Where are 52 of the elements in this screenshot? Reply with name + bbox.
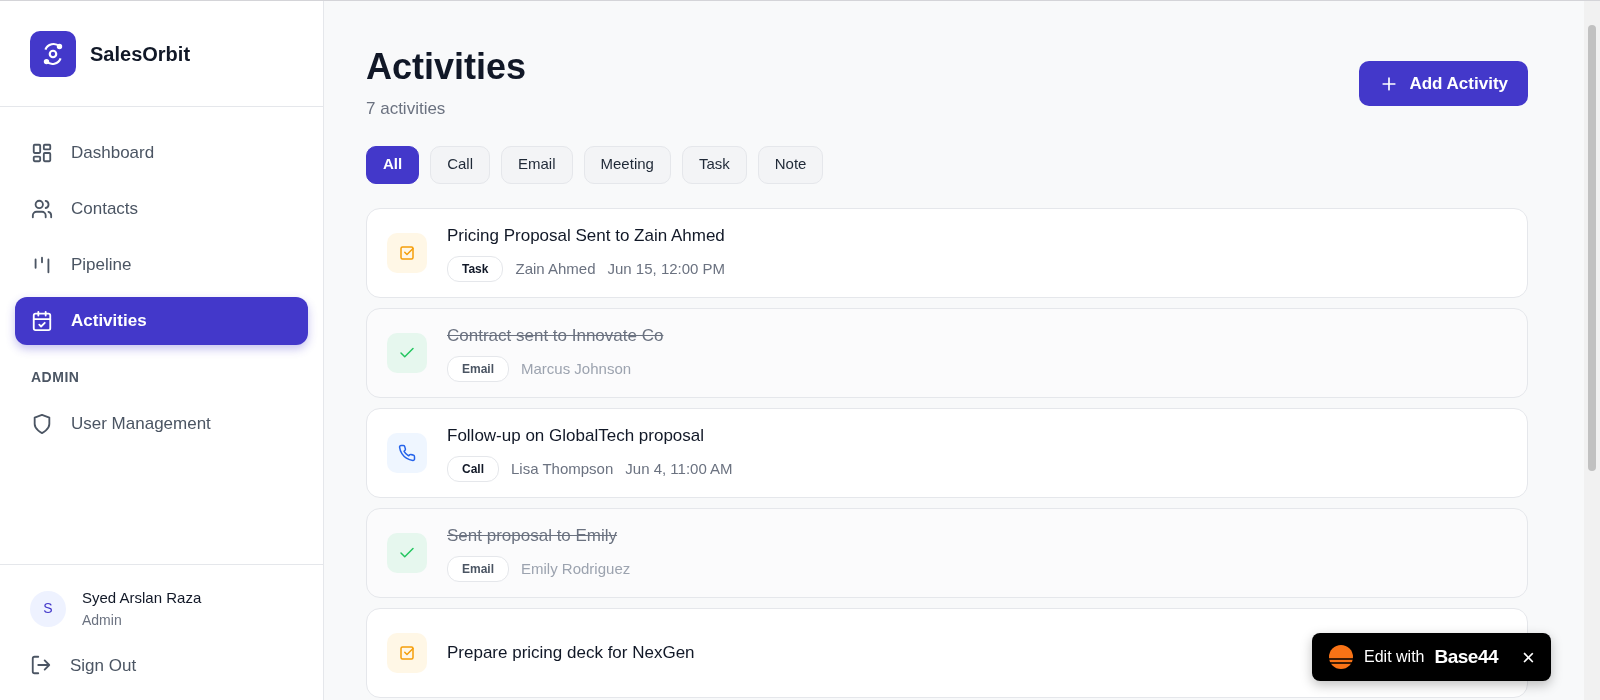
user-avatar: S xyxy=(30,590,66,627)
filter-tab[interactable]: Meeting xyxy=(583,145,671,184)
scrollbar[interactable] xyxy=(1584,1,1600,700)
nav-item[interactable]: Dashboard xyxy=(15,129,308,177)
dashboard-grid-icon xyxy=(31,142,53,164)
filter-tab[interactable]: Email xyxy=(501,145,573,184)
contact-name: Zain Ahmed xyxy=(515,259,596,280)
logo-icon xyxy=(30,30,76,77)
activity-title: Pricing Proposal Sent to Zain Ahmed xyxy=(447,224,726,247)
contact-name: Emily Rodriguez xyxy=(521,559,631,580)
contact-name: Marcus Johnson xyxy=(521,359,632,380)
sign-out-link[interactable]: Sign Out xyxy=(30,652,293,678)
phone-icon xyxy=(398,443,416,462)
nav-item[interactable]: Pipeline xyxy=(15,241,308,289)
type-tag: Email xyxy=(447,556,509,583)
type-tag: Email xyxy=(447,356,509,383)
activity-card[interactable]: Follow-up on GlobalTech proposal Call Lisa Thompson Jun 4, 11:00 AM xyxy=(366,407,1528,498)
activity-card[interactable]: Pricing Proposal Sent to Zain Ahmed Task Zain Ahmed Jun 15, 12:00 PM xyxy=(366,207,1528,298)
activity-title: Prepare pricing deck for NexGen xyxy=(447,641,695,664)
filter-tab[interactable]: Task xyxy=(681,145,747,184)
badge-label: Edit with xyxy=(1364,647,1425,667)
badge-brand: Base44 xyxy=(1434,644,1499,669)
activity-card[interactable]: Sent proposal to Emily Email Emily Rodriguez xyxy=(366,507,1528,598)
users-icon xyxy=(31,198,53,220)
brand-name: SalesOrbit xyxy=(90,41,191,67)
activity-date: Jun 4, 11:00 AM xyxy=(625,459,733,480)
sign-out-icon xyxy=(30,654,52,677)
contact-name: Lisa Thompson xyxy=(511,459,614,480)
calendar-icon xyxy=(31,310,53,332)
type-tag: Task xyxy=(447,256,504,283)
activity-date: Jun 15, 12:00 PM xyxy=(607,259,726,280)
checkbox-icon xyxy=(398,243,416,262)
filter-tab[interactable]: All xyxy=(366,145,420,184)
activity-title: Follow-up on GlobalTech proposal xyxy=(447,424,706,447)
page-title: Activities xyxy=(366,45,527,89)
section-heading: ADMIN xyxy=(30,368,81,387)
sun-logo-icon xyxy=(1328,644,1354,670)
checkbox-icon xyxy=(398,643,416,662)
user-name: Syed Arslan Raza xyxy=(82,588,202,608)
add-activity-button[interactable]: Add Activity xyxy=(1359,61,1528,106)
activity-title: Contract sent to Innovate Co xyxy=(447,324,664,347)
nav-item[interactable]: User Management xyxy=(15,400,308,448)
filter-tab[interactable]: Call xyxy=(430,145,490,184)
shield-icon xyxy=(31,413,53,435)
type-tag: Call xyxy=(447,456,499,483)
user-role: Admin xyxy=(82,610,123,630)
nav-item[interactable]: Activities xyxy=(15,297,308,345)
nav-item[interactable]: Contacts xyxy=(15,185,308,233)
activity-card[interactable]: Contract sent to Innovate Co Email Marcus Johnson xyxy=(366,307,1528,398)
activity-title: Sent proposal to Emily xyxy=(447,524,619,547)
activity-count: 7 activities xyxy=(366,98,447,121)
filter-tab[interactable]: Note xyxy=(757,145,824,184)
